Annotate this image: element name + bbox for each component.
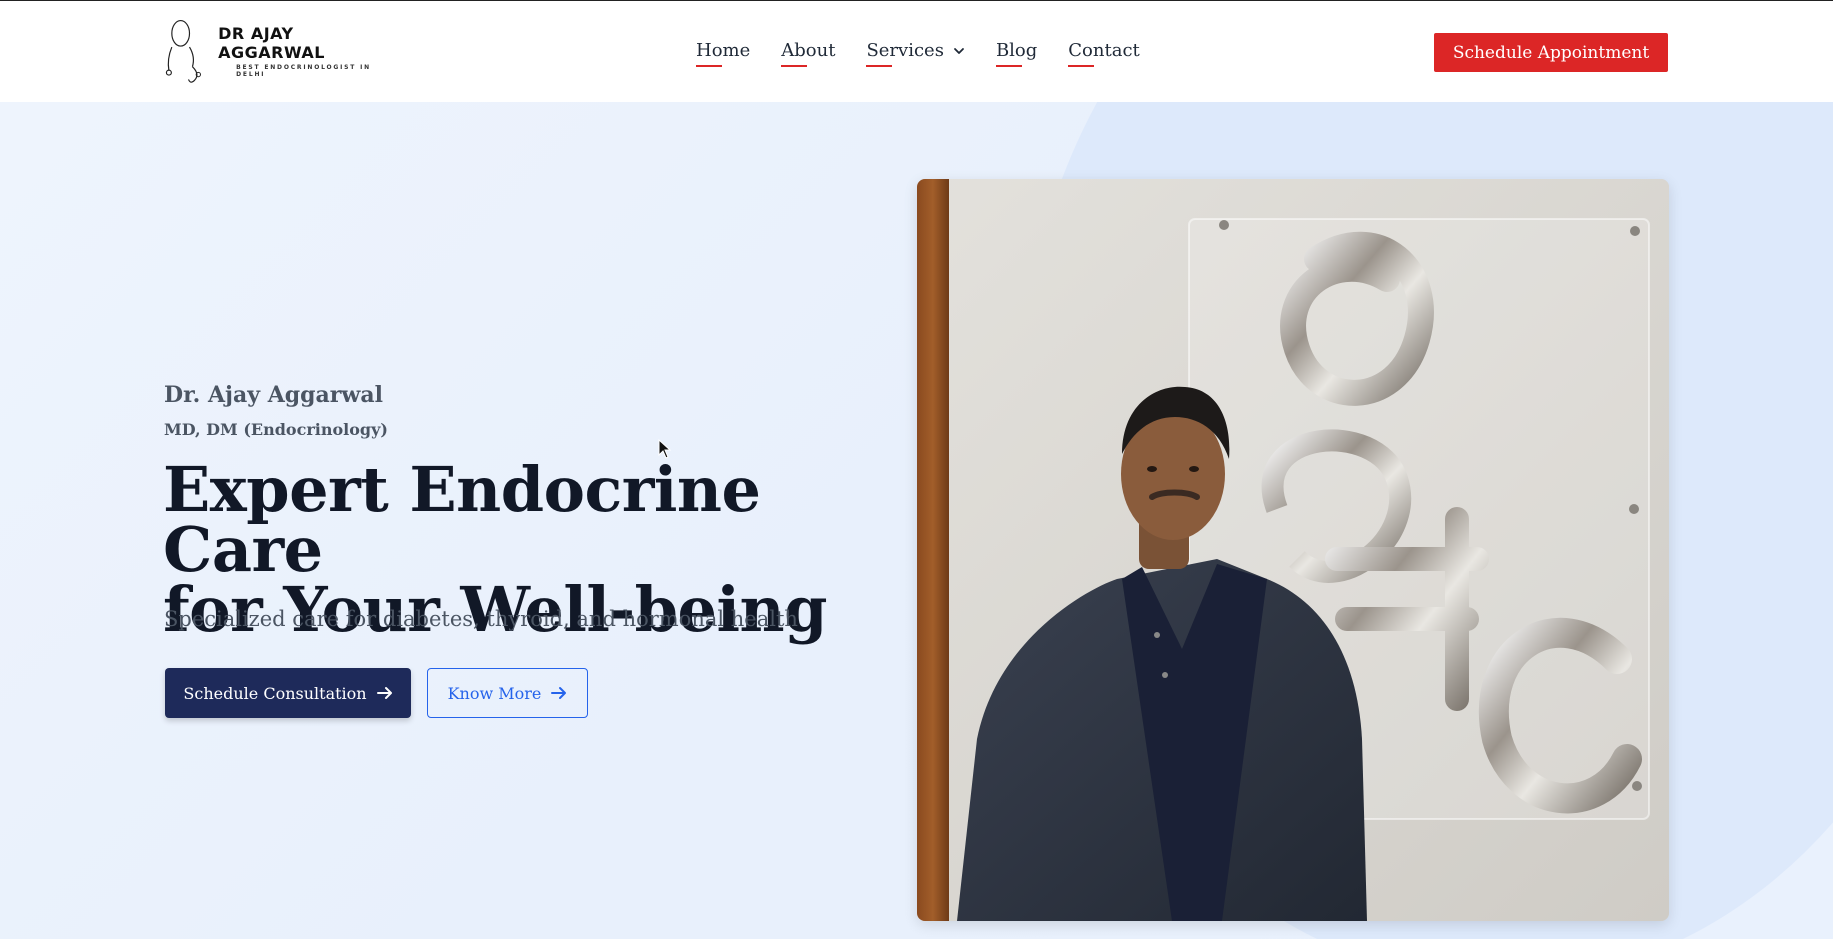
nav-about[interactable]: About <box>781 40 836 67</box>
doctor-photo <box>917 179 1669 921</box>
arrow-right-icon <box>551 687 567 699</box>
know-more-label: Know More <box>447 683 542 703</box>
arrow-right-icon <box>376 687 392 699</box>
chevron-down-icon <box>954 47 964 54</box>
main-nav: Home About Services Blog Contact <box>696 40 1171 67</box>
nav-underline <box>696 65 722 67</box>
site-logo[interactable]: DR AJAY AGGARWAL BEST ENDOCRINOLOGIST IN… <box>163 16 403 86</box>
logo-tagline: BEST ENDOCRINOLOGIST IN DELHI <box>236 64 371 78</box>
nav-underline <box>1068 65 1095 67</box>
nav-contact-label: Contact <box>1068 40 1140 61</box>
nav-underline <box>995 65 1022 67</box>
schedule-consultation-button[interactable]: Schedule Consultation <box>165 668 411 718</box>
nav-blog-label: Blog <box>995 40 1038 61</box>
nav-underline <box>866 65 893 67</box>
hero-section: Dr. Ajay Aggarwal MD, DM (Endocrinology)… <box>0 102 1833 939</box>
nav-contact[interactable]: Contact <box>1068 40 1140 67</box>
hero-title-line-1: Expert Endocrine Care <box>163 453 761 586</box>
nav-services[interactable]: Services <box>866 40 964 67</box>
doctor-logo-icon <box>165 19 201 83</box>
logo-name: DR AJAY AGGARWAL <box>218 24 325 62</box>
site-header: DR AJAY AGGARWAL BEST ENDOCRINOLOGIST IN… <box>0 1 1833 102</box>
doctor-credentials: MD, DM (Endocrinology) <box>164 420 388 439</box>
mouse-cursor-icon <box>658 439 672 459</box>
nav-services-label: Services <box>866 40 944 61</box>
nav-about-label: About <box>781 40 836 61</box>
schedule-appointment-button[interactable]: Schedule Appointment <box>1434 33 1668 72</box>
doctor-name: Dr. Ajay Aggarwal <box>164 382 383 408</box>
doctor-photo-illustration <box>917 179 1669 921</box>
schedule-consultation-label: Schedule Consultation <box>183 683 367 703</box>
know-more-button[interactable]: Know More <box>427 668 588 718</box>
hero-description: Specialized care for diabetes, thyroid, … <box>164 607 798 631</box>
nav-blog[interactable]: Blog <box>995 40 1038 67</box>
nav-home-label: Home <box>696 40 751 61</box>
nav-home[interactable]: Home <box>696 40 751 67</box>
nav-underline <box>781 65 808 67</box>
